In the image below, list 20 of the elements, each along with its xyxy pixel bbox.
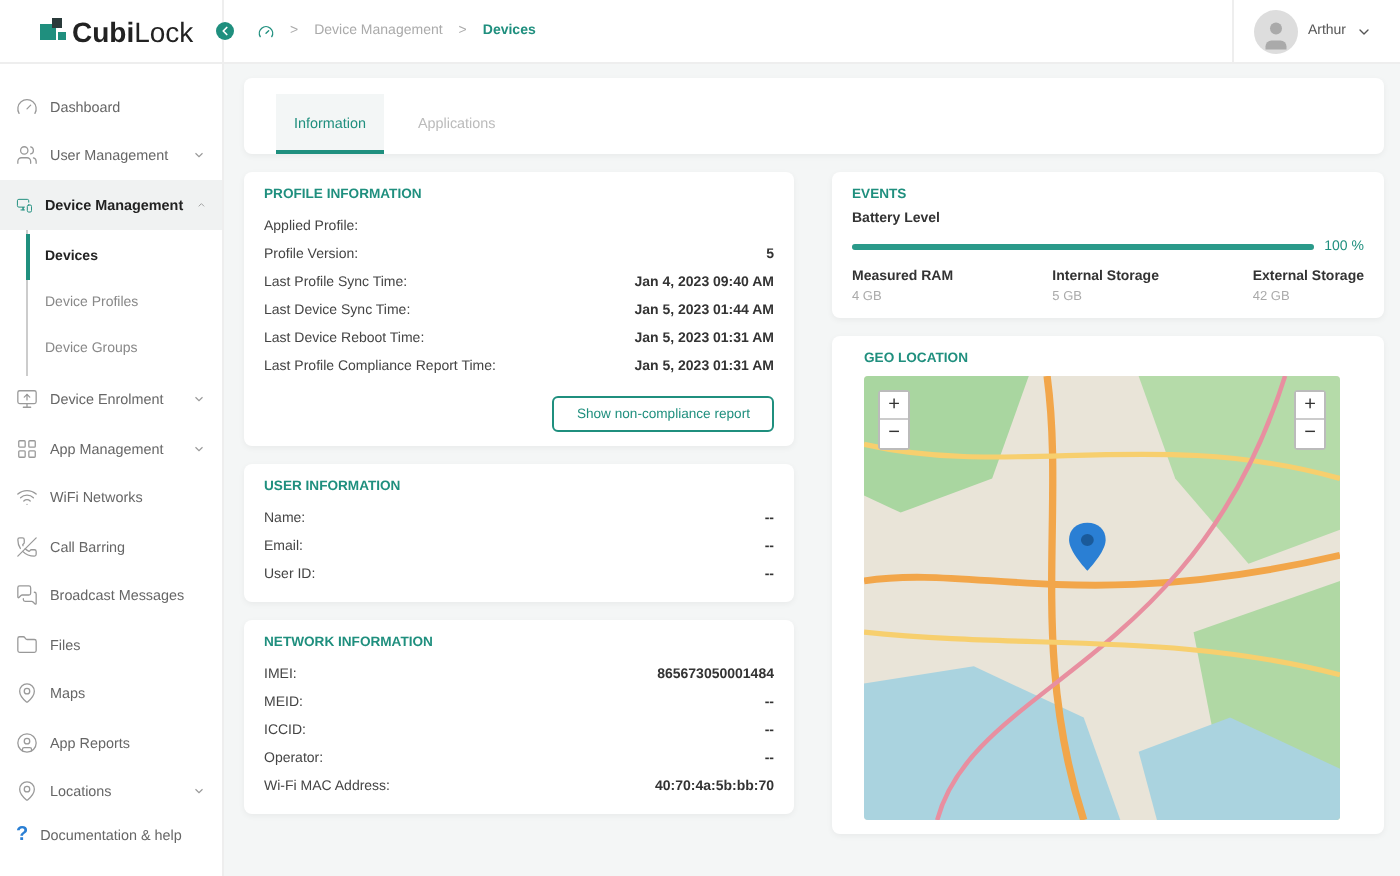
zoom-in-button[interactable]: + bbox=[880, 392, 908, 420]
grid-icon bbox=[16, 437, 38, 460]
devices-icon bbox=[16, 193, 33, 216]
collapse-button[interactable] bbox=[216, 22, 234, 40]
chevron-left-icon bbox=[218, 24, 232, 38]
logo-icon bbox=[40, 18, 66, 44]
gauge-icon bbox=[258, 23, 274, 39]
chat-icon bbox=[16, 584, 38, 607]
brand-name: CubiLock bbox=[72, 15, 194, 47]
help-icon: ? bbox=[16, 823, 29, 845]
zoom-in-button[interactable]: + bbox=[1296, 392, 1324, 420]
pin-icon bbox=[16, 682, 38, 705]
folder-icon bbox=[16, 633, 38, 656]
avatar[interactable] bbox=[1253, 9, 1298, 53]
user-circle-icon bbox=[16, 731, 38, 754]
users-icon bbox=[16, 144, 38, 167]
pin-icon bbox=[16, 780, 38, 803]
gauge-icon bbox=[16, 95, 38, 118]
monitor-icon bbox=[16, 388, 38, 411]
phone-off-icon bbox=[16, 535, 38, 558]
